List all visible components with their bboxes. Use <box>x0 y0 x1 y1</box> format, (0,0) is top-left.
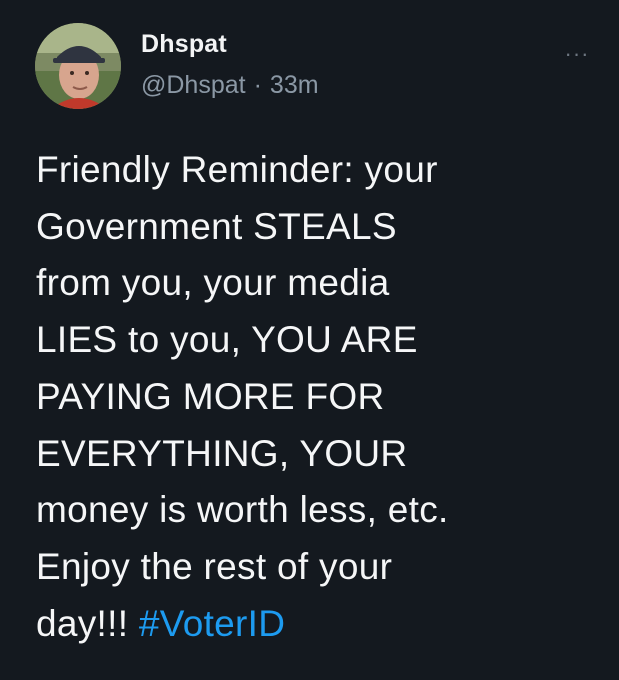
more-horizontal-icon[interactable]: ··· <box>562 43 592 65</box>
avatar[interactable] <box>35 23 121 109</box>
tweet-text-body: Friendly Reminder: your Government STEAL… <box>36 149 449 644</box>
author-meta: @Dhspat · 33m <box>141 71 319 100</box>
hashtag-link[interactable]: #VoterID <box>139 603 285 644</box>
meta-separator: · <box>253 71 262 99</box>
tweet-text: Friendly Reminder: your Government STEAL… <box>36 142 606 652</box>
tweet: Dhspat @Dhspat · 33m ··· Friendly Reminder… <box>0 0 619 680</box>
author-handle[interactable]: @Dhspat <box>141 71 246 99</box>
tweet-timestamp[interactable]: 33m <box>270 71 319 99</box>
author-display-name[interactable]: Dhspat <box>141 30 227 59</box>
